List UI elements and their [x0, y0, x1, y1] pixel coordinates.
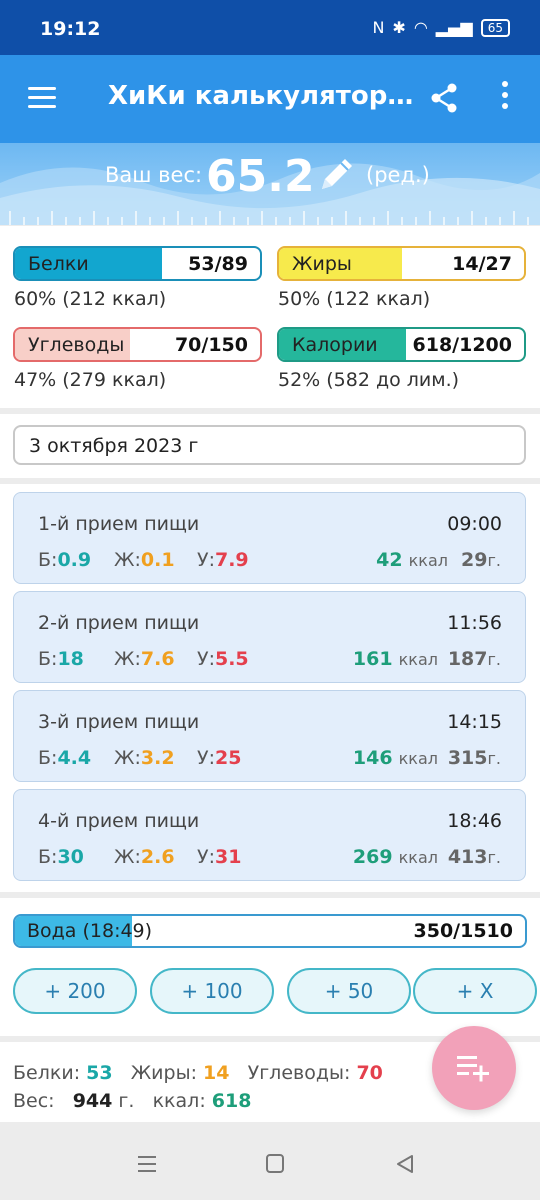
date-field[interactable]: 3 октября 2023 г [13, 425, 526, 465]
summary-macros-line: Белки: 53 Жиры: 14 Углеводы: 70 [13, 1062, 383, 1084]
meal-carbs: У:7.9 [197, 549, 249, 571]
meal-kcal: 146 ккал [352, 747, 438, 769]
meal-grams: 413г. [447, 846, 501, 868]
meal-card[interactable]: 2-й прием пищи 11:56 Б:18 Ж:7.6 У:5.5 16… [13, 591, 526, 683]
meal-card[interactable]: 4-й прием пищи 18:46 Б:30 Ж:2.6 У:31 269… [13, 789, 526, 881]
battery-icon: 65 [480, 18, 510, 37]
nav-back-icon[interactable] [394, 1154, 416, 1174]
meal-fat: Ж:2.6 [114, 846, 175, 868]
weight-header[interactable]: Ваш вес: 65.2 (ред.) [0, 143, 540, 225]
calories-percent: 52% (582 до лим.) [278, 369, 460, 391]
meal-kcal: 269 ккал [352, 846, 438, 868]
edit-label[interactable]: (ред.) [366, 163, 430, 187]
calories-bar[interactable]: Калории 618/1200 [277, 327, 526, 362]
calories-value: 618/1200 [412, 334, 512, 356]
weight-value[interactable]: 65.2 [206, 151, 315, 202]
add-water-custom-button[interactable]: + X [413, 968, 537, 1014]
date-card: 3 октября 2023 г [0, 414, 540, 478]
signal-icon: ▂▄▆ [435, 18, 473, 37]
nav-recents-icon[interactable] [136, 1154, 158, 1174]
meal-time: 09:00 [447, 513, 502, 535]
add-list-icon [457, 1056, 489, 1082]
carbs-percent: 47% (279 ккал) [14, 369, 167, 391]
water-card: Вода (18:49) 350/1510 + 200 + 100 + 50 +… [0, 898, 540, 1036]
carbs-value: 70/150 [174, 334, 248, 356]
meal-protein: Б:4.4 [38, 747, 92, 769]
fat-value: 14/27 [452, 253, 512, 275]
meal-kcal: 42 ккал [376, 549, 448, 571]
bluetooth-icon: ✱ [392, 18, 406, 37]
edit-icon[interactable] [316, 153, 358, 195]
water-label: Вода (18:49) [27, 920, 153, 942]
share-icon[interactable] [430, 83, 458, 113]
water-value: 350/1510 [413, 920, 513, 942]
protein-value: 53/89 [188, 253, 248, 275]
weight-label: Ваш вес: [105, 163, 203, 187]
meal-carbs: У:25 [197, 747, 242, 769]
meal-fat: Ж:0.1 [114, 549, 175, 571]
meal-name: 4-й прием пищи [38, 810, 200, 832]
meal-name: 2-й прием пищи [38, 612, 200, 634]
menu-icon[interactable] [28, 87, 56, 109]
meal-carbs: У:31 [197, 846, 242, 868]
protein-percent: 60% (212 ккал) [14, 288, 167, 310]
status-icons: N ✱ ◠ ▂▄▆ 65 [372, 18, 510, 37]
meal-grams: 315г. [447, 747, 501, 769]
fat-percent: 50% (122 ккал) [278, 288, 431, 310]
calories-label: Калории [292, 334, 378, 356]
summary-weight-line: Вес: 944 г. ккал: 618 [13, 1090, 252, 1112]
meal-fat: Ж:7.6 [114, 648, 175, 670]
meal-grams: 187г. [447, 648, 501, 670]
meal-protein: Б:0.9 [38, 549, 92, 571]
fat-label: Жиры [292, 253, 352, 275]
carbs-label: Углеводы [28, 334, 125, 356]
meal-kcal: 161 ккал [352, 648, 438, 670]
system-nav-bar [0, 1130, 540, 1200]
meals-list: 1-й прием пищи 09:00 Б:0.9 Ж:0.1 У:7.9 4… [0, 484, 540, 892]
meal-card[interactable]: 3-й прием пищи 14:15 Б:4.4 Ж:3.2 У:25 14… [13, 690, 526, 782]
status-time: 19:12 [40, 18, 101, 40]
meal-name: 1-й прием пищи [38, 513, 200, 535]
add-water-50-button[interactable]: + 50 [287, 968, 411, 1014]
carbs-bar[interactable]: Углеводы 70/150 [13, 327, 262, 362]
meal-grams: 29г. [461, 549, 501, 571]
nfc-icon: N [372, 18, 385, 37]
meal-carbs: У:5.5 [197, 648, 249, 670]
protein-label: Белки [28, 253, 89, 275]
add-water-200-button[interactable]: + 200 [13, 968, 137, 1014]
meal-fat: Ж:3.2 [114, 747, 175, 769]
protein-bar[interactable]: Белки 53/89 [13, 246, 262, 281]
nav-home-icon[interactable] [264, 1154, 286, 1174]
meal-name: 3-й прием пищи [38, 711, 200, 733]
add-water-100-button[interactable]: + 100 [150, 968, 274, 1014]
meal-card[interactable]: 1-й прием пищи 09:00 Б:0.9 Ж:0.1 У:7.9 4… [13, 492, 526, 584]
macro-panel: Белки 53/89 60% (212 ккал) Жиры 14/27 50… [0, 226, 540, 408]
add-meal-fab[interactable] [432, 1026, 516, 1110]
meal-protein: Б:30 [38, 846, 84, 868]
app-bar: ХиКи калькулятор… [0, 55, 540, 143]
meal-time: 11:56 [447, 612, 502, 634]
app-title: ХиКи калькулятор… [108, 81, 414, 111]
meal-protein: Б:18 [38, 648, 84, 670]
water-progress-bar[interactable]: Вода (18:49) 350/1510 [13, 914, 527, 948]
meal-time: 14:15 [447, 711, 502, 733]
more-icon[interactable] [498, 81, 512, 115]
meal-time: 18:46 [447, 810, 502, 832]
wifi-icon: ◠ [413, 18, 428, 37]
fat-bar[interactable]: Жиры 14/27 [277, 246, 526, 281]
status-bar: 19:12 N ✱ ◠ ▂▄▆ 65 [0, 0, 540, 55]
